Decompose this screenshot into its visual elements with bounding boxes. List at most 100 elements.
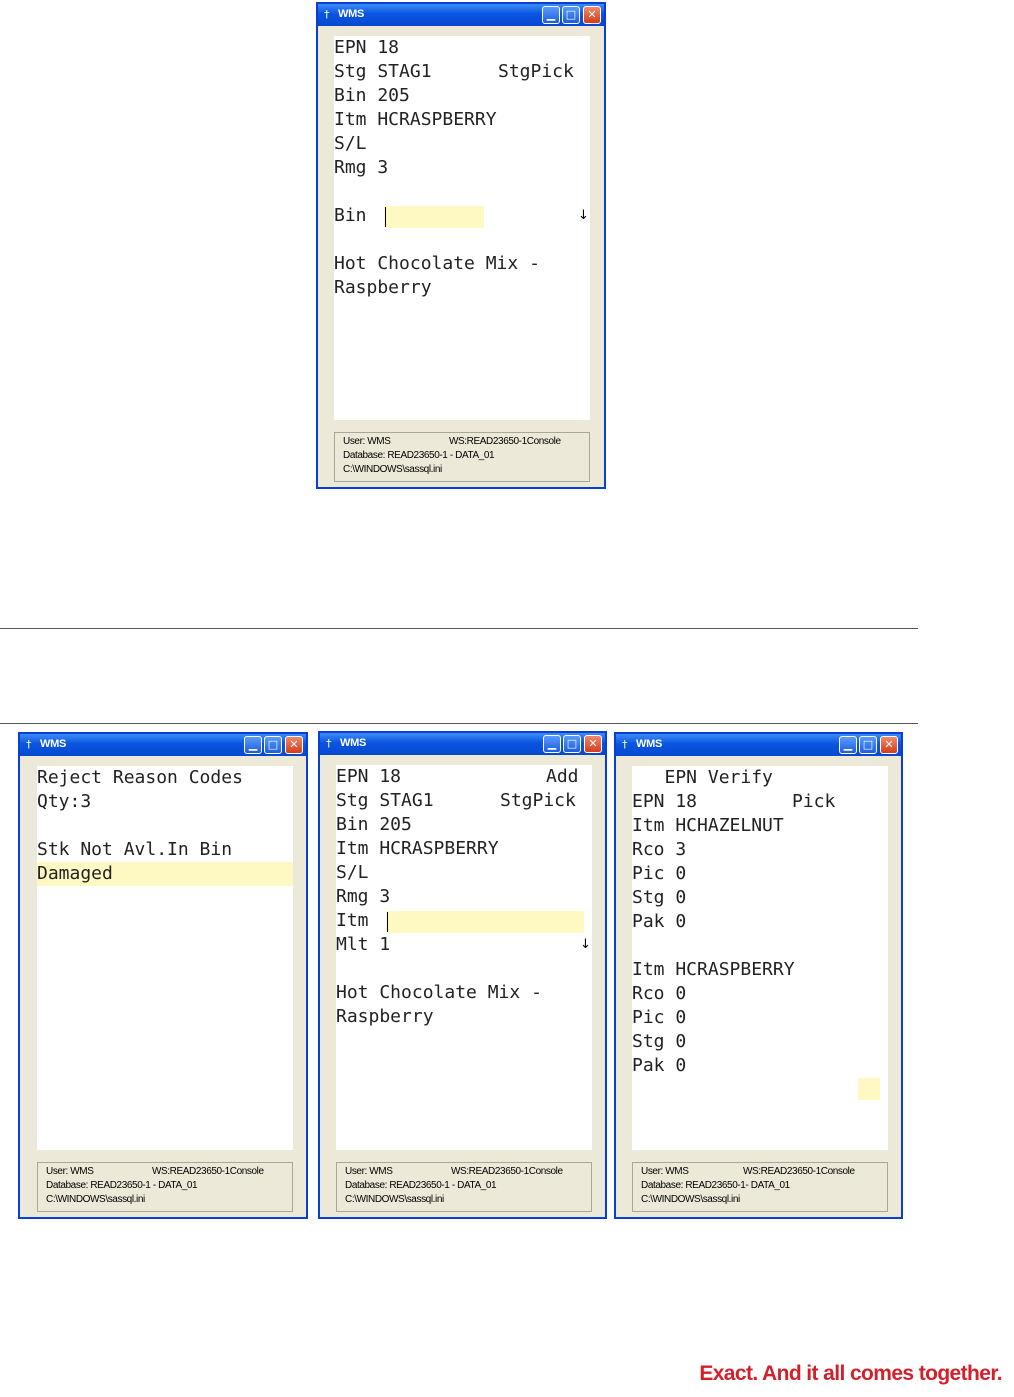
divider-line [0,628,918,629]
title-bar[interactable]: † WMS ▁ □ ✕ [320,733,605,755]
item-prompt-label: Itm [336,910,369,931]
status-panel: User: WMS WS:READ23650-1Console Database… [632,1162,888,1212]
reason-option-damaged[interactable]: Damaged [37,862,113,886]
bin-prompt-label: Bin [334,205,367,226]
item-input[interactable] [386,911,584,933]
close-icon[interactable]: ✕ [880,736,898,754]
status-ini-path: C:\WINDOWS\sassql.ini [343,464,442,475]
status-ini-path: C:\WINDOWS\sassql.ini [345,1194,444,1205]
stg-line: Stg STAG1 [334,61,432,82]
status-user: User: WMS [641,1166,689,1177]
minimize-icon[interactable]: ▁ [542,6,560,24]
stg-line: Stg 0 [632,887,687,908]
app-icon: † [326,737,332,750]
app-icon: † [622,738,628,751]
terminal-screen: EPN 18 Stg STAG1 StgPick Bin 205 Itm HCR… [334,36,590,420]
rco-line: Rco 3 [632,839,687,860]
wms-window-reject: † WMS ▁ □ ✕ Reject Reason Codes Qty:3 St… [18,732,308,1219]
maximize-icon[interactable]: □ [264,736,282,754]
wms-window-add: † WMS ▁ □ ✕ EPN 18 Add Stg STAG1 StgPick… [318,731,607,1219]
rco-line: Rco 0 [632,983,687,1004]
pic-line: Pic 0 [632,863,687,884]
brand-tagline: Exact. And it all comes together. [699,1362,1002,1385]
title-bar[interactable]: † WMS ▁ □ ✕ [616,734,901,756]
app-icon: † [324,8,330,21]
status-user: User: WMS [343,436,391,447]
text-caret [385,207,386,227]
status-database: Database: READ23650-1 - DATA_01 [46,1180,198,1191]
sl-line: S/L [334,133,367,154]
status-ini-path: C:\WINDOWS\sassql.ini [641,1194,740,1205]
status-database: Database: READ23650-1- DATA_01 [641,1180,790,1191]
mode-add-label: Add [546,766,579,787]
status-workstation: WS:READ23650-1Console [152,1166,264,1177]
description-line-1: Hot Chocolate Mix - [334,253,540,274]
confirm-input[interactable] [858,1078,880,1100]
terminal-screen: EPN Verify EPN 18 Pick Itm HCHAZELNUT Rc… [632,766,888,1150]
epn-line: EPN 18 [632,791,698,812]
wms-window-verify: † WMS ▁ □ ✕ EPN Verify EPN 18 Pick Itm H… [614,732,903,1219]
minimize-icon[interactable]: ▁ [244,736,262,754]
bin-line: Bin 205 [334,85,410,106]
item-line: Itm HCRASPBERRY [632,959,795,980]
epn-line: EPN 18 [334,37,400,58]
multiplier-line: Mlt 1 [336,934,391,955]
status-database: Database: READ23650-1 - DATA_01 [343,450,495,461]
verify-title: EPN Verify [632,767,773,788]
text-caret [387,912,388,932]
status-workstation: WS:READ23650-1Console [451,1166,563,1177]
status-workstation: WS:READ23650-1Console [743,1166,855,1177]
pic-line: Pic 0 [632,1007,687,1028]
close-icon[interactable]: ✕ [584,735,602,753]
sl-line: S/L [336,862,369,883]
description-line-1: Hot Chocolate Mix - [336,982,542,1003]
remaining-line: Rmg 3 [334,157,389,178]
stg-line: Stg STAG1 [336,790,434,811]
terminal-screen: EPN 18 Add Stg STAG1 StgPick Bin 205 Itm… [336,765,592,1150]
close-icon[interactable]: ✕ [583,6,601,24]
status-ini-path: C:\WINDOWS\sassql.ini [46,1194,145,1205]
close-icon[interactable]: ✕ [285,736,303,754]
status-panel: User: WMS WS:READ23650-1Console Database… [336,1162,592,1212]
reason-option-stock-not-available[interactable]: Stk Not Avl.In Bin [37,838,232,862]
divider-line [0,723,918,724]
window-title: WMS [40,738,66,750]
stg-line: Stg 0 [632,1031,687,1052]
title-bar[interactable]: † WMS ▁ □ ✕ [318,4,604,26]
down-arrow-icon: ↓ [580,937,591,952]
status-workstation: WS:READ23650-1Console [449,436,561,447]
status-user: User: WMS [345,1166,393,1177]
item-line: Itm HCHAZELNUT [632,815,784,836]
qty-line: Qty:3 [37,791,92,812]
description-line-2: Raspberry [334,277,432,298]
maximize-icon[interactable]: □ [562,6,580,24]
down-arrow-icon: ↓ [578,208,589,223]
minimize-icon[interactable]: ▁ [839,736,857,754]
epn-line: EPN 18 [336,766,402,787]
status-panel: User: WMS WS:READ23650-1Console Database… [334,432,590,482]
window-title: WMS [636,738,662,750]
status-database: Database: READ23650-1 - DATA_01 [345,1180,497,1191]
window-title: WMS [340,737,366,749]
pak-line: Pak 0 [632,1055,687,1076]
maximize-icon[interactable]: □ [563,735,581,753]
terminal-screen: Reject Reason Codes Qty:3 Stk Not Avl.In… [37,766,293,1150]
mode-pick-label: Pick [792,791,836,812]
stg-mode-label: StgPick [500,790,576,811]
bin-input[interactable] [384,206,484,228]
item-line: Itm HCRASPBERRY [334,109,497,130]
window-title: WMS [338,8,364,20]
status-panel: User: WMS WS:READ23650-1Console Database… [37,1162,293,1212]
wms-window-top: † WMS ▁ □ ✕ EPN 18 Stg STAG1 StgPick Bin… [316,2,606,489]
bin-line: Bin 205 [336,814,412,835]
reject-title: Reject Reason Codes [37,767,243,788]
maximize-icon[interactable]: □ [859,736,877,754]
description-line-2: Raspberry [336,1006,434,1027]
pak-line: Pak 0 [632,911,687,932]
status-user: User: WMS [46,1166,94,1177]
remaining-line: Rmg 3 [336,886,391,907]
minimize-icon[interactable]: ▁ [543,735,561,753]
stg-mode-label: StgPick [498,61,574,82]
title-bar[interactable]: † WMS ▁ □ ✕ [20,734,306,756]
app-icon: † [26,738,32,751]
